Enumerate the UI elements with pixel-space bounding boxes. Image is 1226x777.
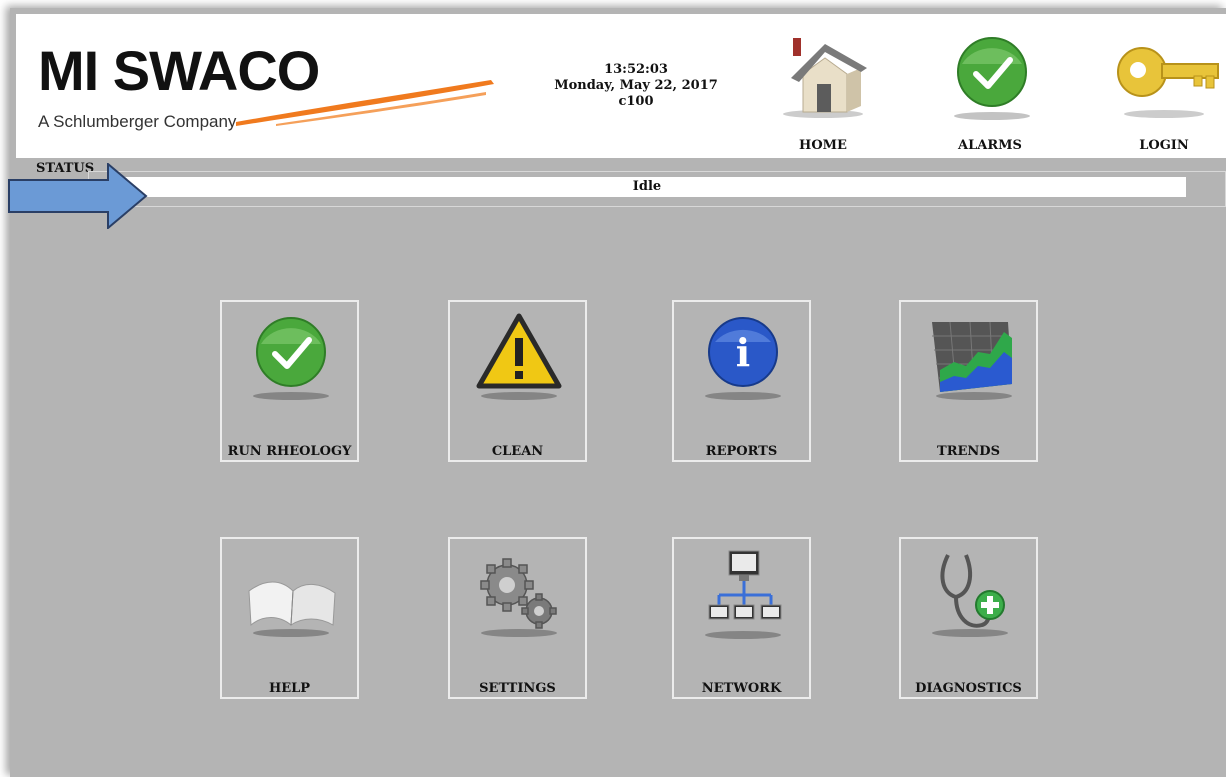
device-id: c100: [618, 94, 654, 109]
alarms-button[interactable]: ALARMS: [930, 34, 1050, 164]
clock-date: Monday, May 22, 2017: [554, 78, 718, 93]
login-label: LOGIN: [1139, 138, 1189, 153]
clean-label: CLEAN: [491, 444, 544, 459]
gears-icon: [480, 558, 557, 637]
diagnostics-tile[interactable]: DIAGNOSTICS: [899, 537, 1038, 699]
info-icon: i: [705, 317, 781, 400]
home-button[interactable]: HOME: [763, 34, 883, 164]
clean-tile[interactable]: CLEAN: [448, 300, 587, 462]
book-icon: [248, 581, 336, 637]
network-icon: [705, 550, 782, 639]
header: MI SWACO A Schlumberger Company 13:52:03…: [16, 14, 1226, 158]
logo-swoosh-icon: [236, 80, 494, 126]
network-tile[interactable]: NETWORK: [672, 537, 811, 699]
settings-label: SETTINGS: [479, 681, 556, 696]
reports-label: REPORTS: [705, 444, 778, 459]
chart-icon: [932, 321, 1012, 400]
trends-label: TRENDS: [937, 444, 1000, 459]
datetime-block: 13:52:03 Monday, May 22, 2017 c100: [536, 62, 736, 110]
settings-tile[interactable]: SETTINGS: [448, 537, 587, 699]
mi-swaco-logo: MI SWACO A Schlumberger Company: [36, 40, 496, 150]
trends-tile[interactable]: TRENDS: [899, 300, 1038, 462]
key-icon: [1117, 47, 1219, 118]
clock-time: 13:52:03: [604, 62, 668, 77]
reports-tile[interactable]: i REPORTS: [672, 300, 811, 462]
login-button[interactable]: LOGIN: [1104, 34, 1224, 164]
warning-icon: [476, 313, 562, 400]
house-icon: [783, 38, 867, 118]
checkmark-icon: [954, 37, 1030, 120]
svg-text:i: i: [736, 330, 750, 375]
diagnostics-label: DIAGNOSTICS: [915, 681, 1022, 696]
arrow-right-icon: [8, 163, 148, 229]
run-rheology-tile[interactable]: RUN RHEOLOGY: [220, 300, 359, 462]
home-label: HOME: [799, 138, 847, 153]
logo-tagline: A Schlumberger Company: [38, 112, 237, 131]
stethoscope-icon: [932, 554, 1008, 637]
help-label: HELP: [268, 681, 311, 696]
help-tile[interactable]: HELP: [220, 537, 359, 699]
run-rheology-label: RUN RHEOLOGY: [227, 444, 352, 459]
status-value: Idle: [108, 177, 1186, 197]
checkmark-icon: [253, 317, 329, 400]
alarms-label: ALARMS: [958, 138, 1022, 153]
network-label: NETWORK: [701, 681, 782, 696]
